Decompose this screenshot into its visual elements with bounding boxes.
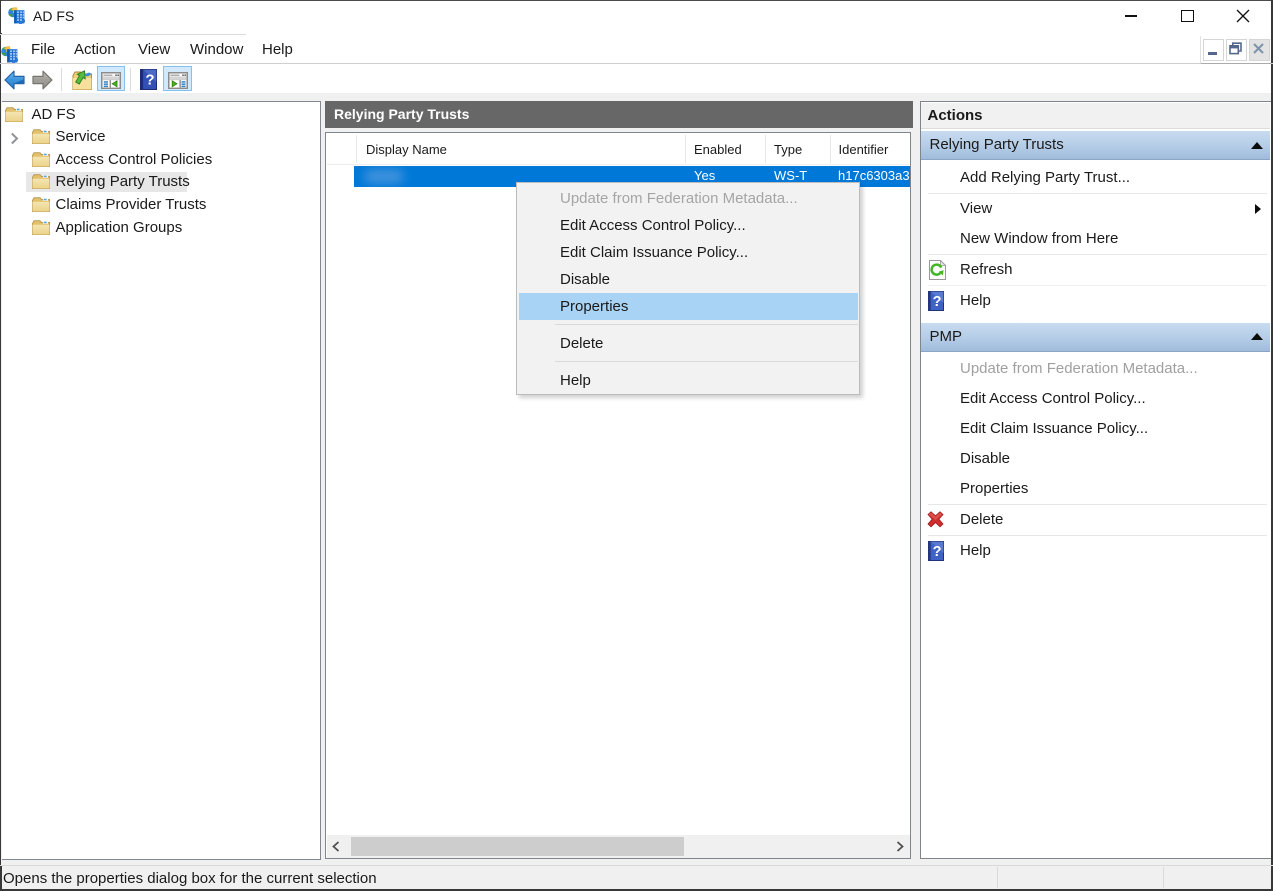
svg-text:?: ? xyxy=(933,544,942,560)
svg-text:?: ? xyxy=(145,72,154,89)
svg-text:?: ? xyxy=(933,294,942,310)
